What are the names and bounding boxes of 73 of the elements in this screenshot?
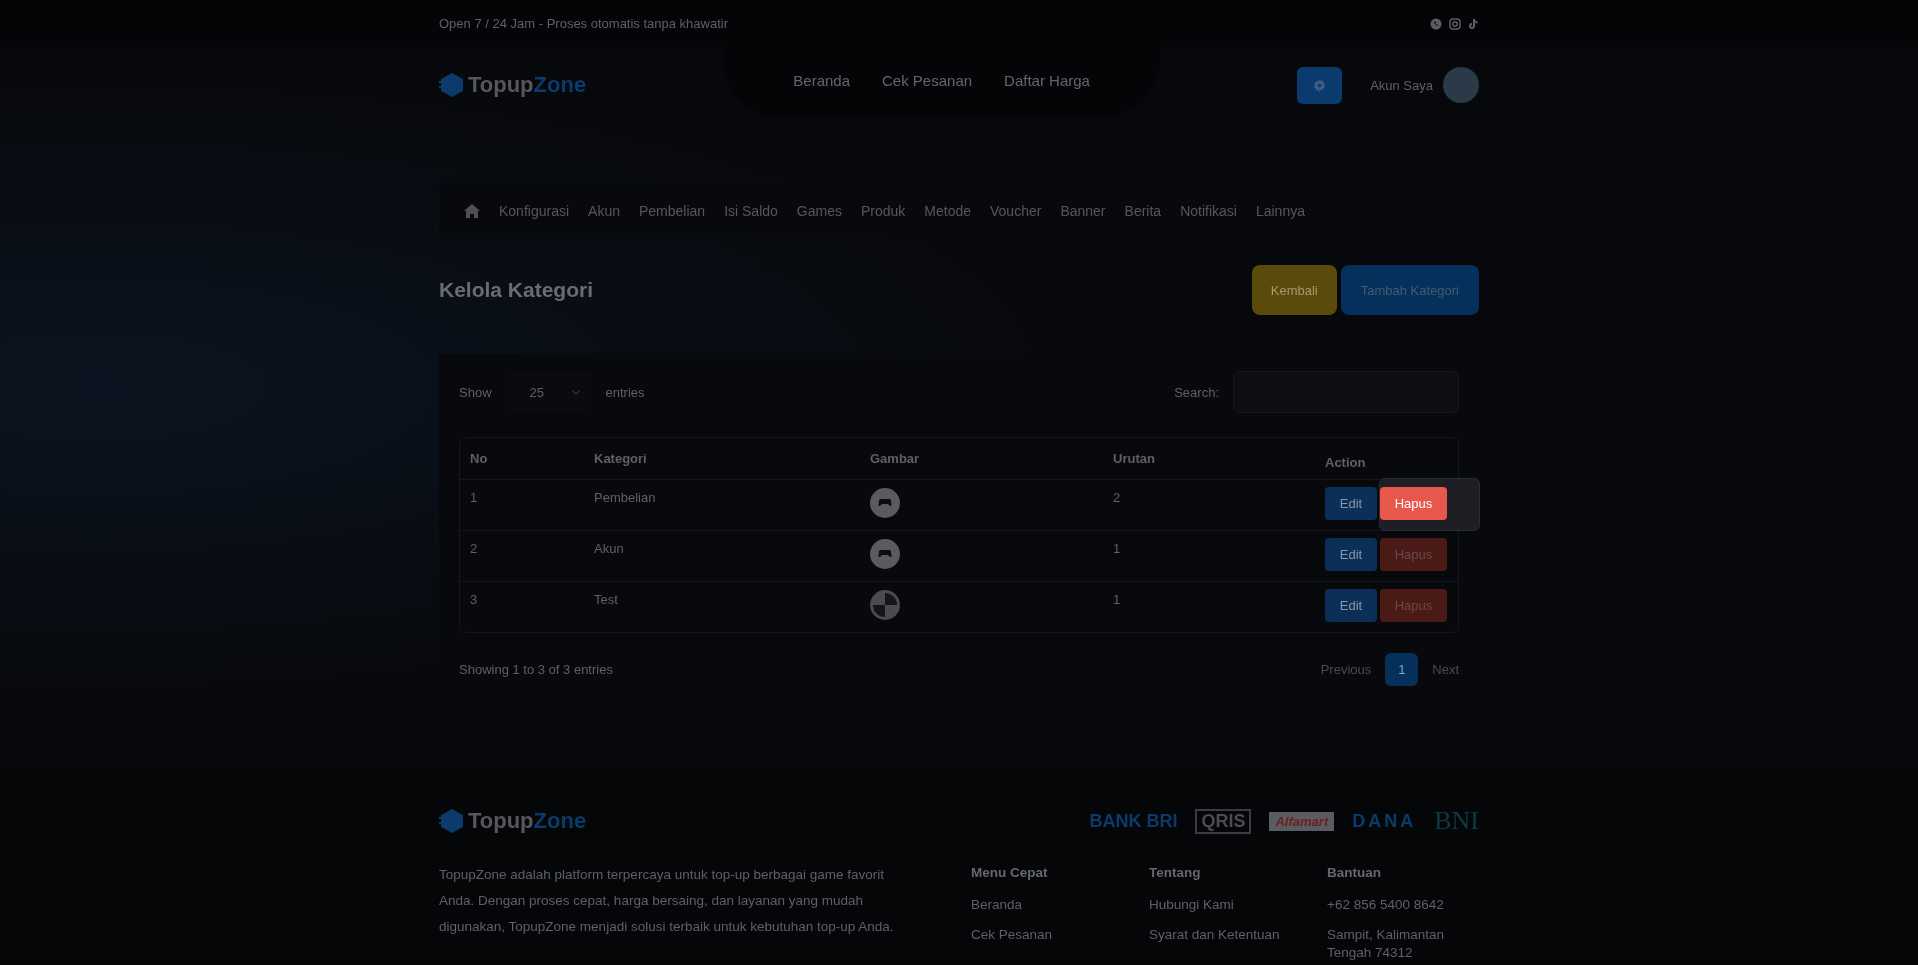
next-link[interactable]: Next [1432,662,1459,677]
show-label: Show [459,384,492,400]
logo[interactable]: TopupZone [439,72,587,98]
gamepad-icon [870,539,900,569]
footer-link[interactable]: Syarat dan Ketentuan [1149,926,1327,944]
payment-logo: QRIS [1195,808,1252,834]
admin-menu-link[interactable]: Berita [1124,203,1162,219]
edit-button[interactable]: Edit [1325,538,1377,571]
whatsapp-icon[interactable] [1430,17,1442,30]
table-cell-text: Pembelian [594,489,657,505]
nav-link[interactable]: Daftar Harga [1004,71,1090,89]
top-bar-text: Open 7 / 24 Jam - Proses otomatis tanpa khawatir [439,16,729,31]
gamepad-icon [870,488,900,518]
admin-menu-link[interactable]: Games [796,203,842,219]
page-title: Kelola Kategori [439,278,594,302]
table-cell-text: 2 [469,540,479,556]
admin-menu-link[interactable]: Konfigurasi [499,203,570,219]
table-cell-text: 1 [1113,540,1122,556]
entries-label: entries [605,384,645,400]
home-icon[interactable] [464,204,480,218]
payment-logo: DANA [1352,810,1417,832]
avatar[interactable] [1443,67,1479,103]
chevron-down-icon [571,389,580,395]
admin-menu-link[interactable]: Banner [1060,203,1106,219]
admin-menu-link[interactable]: Isi Saldo [724,203,778,219]
footer-link[interactable]: Cek Pesanan [971,926,1149,944]
column-header: Urutan [1113,451,1156,466]
footer-logo[interactable]: TopupZone [439,808,587,834]
instagram-icon[interactable] [1449,17,1461,30]
edit-button[interactable]: Edit [1325,487,1377,520]
column-header: Gambar [870,451,921,466]
payment-logo: BNI [1434,806,1479,836]
table-info: Showing 1 to 3 of 3 entries [459,662,613,677]
admin-menu-link[interactable]: Pembelian [638,203,706,219]
footer-description: TopupZone adalah platform terpercaya untuk top-up berbagai game favorit Anda. Dengan proses cepat, harga bersaing, dan layanan yang mudah digunakan, TopupZone menjadi solusi terbaik untuk kebutuhan top-up Anda. [439,866,895,936]
previous-link[interactable]: Previous [1320,662,1372,677]
admin-menu-link[interactable]: Produk [860,203,906,219]
gear-icon [1313,78,1327,92]
action-button[interactable]: Tambah Kategori [1340,265,1479,315]
footer-heading: Bantuan [1327,865,1382,880]
admin-menu-link[interactable]: Lainnya [1255,203,1305,219]
account-link[interactable]: Akun Saya [1370,77,1433,93]
category-image-icon [870,590,900,620]
table-cell-text: 1 [1113,591,1122,607]
table-cell-text: 1 [469,489,479,505]
admin-menu-link[interactable]: Voucher [990,203,1042,219]
nav-link[interactable]: Cek Pesanan [882,71,973,89]
footer-link[interactable]: Sampit, Kalimantan Tengah 74312 [1327,926,1467,962]
tiktok-icon[interactable] [1468,17,1479,30]
footer-link[interactable]: Beranda [971,896,1149,914]
action-button[interactable]: Kembali [1251,265,1337,315]
page-button[interactable]: 1 [1385,653,1419,686]
admin-menu-link[interactable]: Notifikasi [1180,203,1237,219]
settings-button[interactable] [1297,66,1343,104]
admin-menu-link[interactable]: Akun [588,203,620,219]
delete-button[interactable]: Hapus [1380,487,1447,520]
table-cell-text: Akun [594,540,625,556]
nav-link[interactable]: Beranda [793,71,850,89]
table-cell-text: Test [594,591,619,607]
payment-logo: Alfamart [1269,811,1335,831]
table-cell-text: 2 [1113,489,1122,505]
column-header: Action [1325,454,1366,470]
edit-button[interactable]: Edit [1325,589,1377,622]
search-label: Search: [1174,384,1219,400]
table-cell-text: 3 [469,591,479,607]
footer-link[interactable]: Hubungi Kami [1149,896,1327,914]
payment-logo: BANK BRI [1089,810,1178,832]
footer-heading: Tentang [1149,865,1202,880]
column-header: Kategori [594,451,648,466]
footer-heading: Menu Cepat [971,865,1049,880]
column-header: No [469,451,489,466]
footer-link[interactable]: +62 856 5400 8642 [1327,896,1467,914]
admin-menu-link[interactable]: Metode [924,203,971,219]
